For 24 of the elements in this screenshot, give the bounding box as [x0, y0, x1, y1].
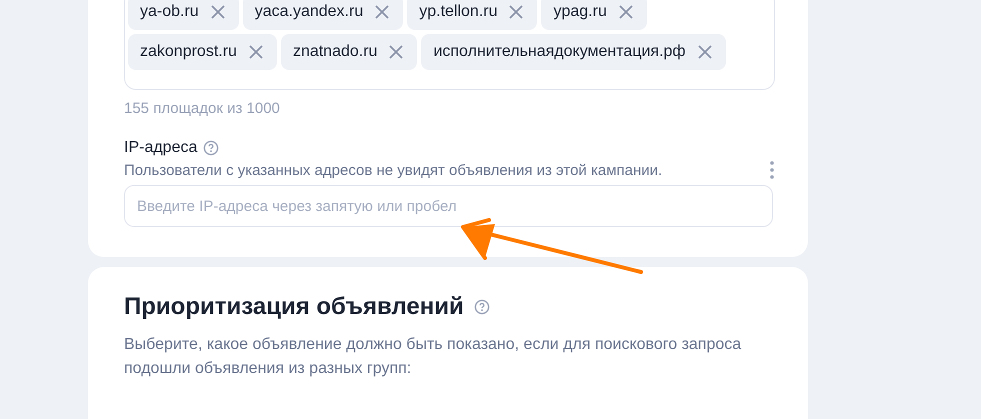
close-icon[interactable] — [375, 5, 390, 19]
close-icon[interactable] — [618, 5, 633, 19]
site-tag[interactable]: ypag.ru — [541, 0, 647, 30]
close-icon[interactable] — [389, 45, 404, 59]
field-description: Пользователи с указанных адресов не увидят объявления из этой кампании. — [124, 162, 662, 178]
help-icon[interactable] — [474, 299, 490, 315]
close-icon[interactable] — [248, 45, 263, 59]
close-icon[interactable] — [509, 5, 524, 19]
section-description: Выберите, какое объявление должно быть показано, если для поискового запроса подошли объявления из разных групп: — [124, 335, 742, 379]
close-icon[interactable] — [210, 5, 225, 19]
site-tag[interactable]: ya-ob.ru — [128, 0, 239, 30]
close-icon[interactable] — [698, 45, 712, 59]
sites-field[interactable]: ya-ob.ru yaca.yandex.ru yp.tellon.ru ypag.ru zakonprost.ru znatnado.ru исполнительнаядокументация.рф — [124, 0, 775, 90]
site-tag[interactable]: исполнительнаядокументация.рф — [421, 34, 726, 70]
field-label: IP-адреса — [124, 139, 198, 157]
section-title: Приоритизация объявлений — [124, 293, 464, 321]
site-tag[interactable]: yaca.yandex.ru — [242, 0, 404, 30]
more-icon[interactable] — [770, 161, 774, 179]
site-tag[interactable]: znatnado.ru — [280, 34, 418, 70]
site-tag[interactable]: zakonprost.ru — [128, 34, 277, 70]
ip-input-field[interactable]: Введите IP-адреса через запятую или пробел — [124, 185, 773, 227]
sites-counter: 155 площадок из 1000 — [124, 100, 281, 117]
site-tag[interactable]: yp.tellon.ru — [407, 0, 538, 30]
help-icon[interactable] — [203, 140, 220, 156]
